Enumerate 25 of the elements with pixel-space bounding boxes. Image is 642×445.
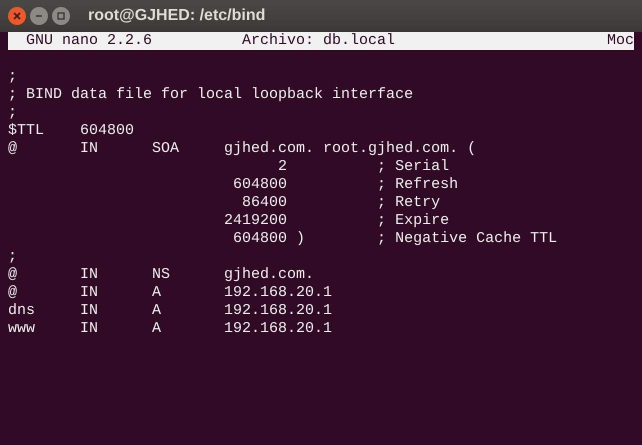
file-name: Archivo: db.local [242, 32, 396, 50]
code-line: 2 ; Serial [277, 158, 450, 175]
maximize-button[interactable] [52, 7, 70, 25]
minimize-icon [35, 12, 43, 20]
code-line: ; [8, 68, 18, 85]
maximize-icon [57, 12, 65, 20]
code-line: www IN A 192.168.20.1 [8, 320, 332, 337]
code-line: @ IN A 192.168.20.1 [8, 284, 332, 301]
code-line: ; [8, 248, 18, 265]
code-line: ; [8, 104, 18, 121]
code-line: ; BIND data file for local loopback interface [8, 86, 414, 103]
close-button[interactable] [8, 7, 26, 25]
program-version: GNU nano 2.2.6 [26, 32, 152, 50]
code-line: @ IN SOA gjhed.com. root.gjhed.com. ( [8, 140, 476, 157]
code-line: 2419200 ; Expire [223, 212, 450, 229]
code-line: @ IN NS gjhed.com. [8, 266, 314, 283]
code-line: dns IN A 192.168.20.1 [8, 302, 332, 319]
modified-status: Moc [606, 32, 634, 50]
close-icon [13, 12, 21, 20]
code-line: 604800 ) ; Negative Cache TTL [232, 230, 558, 247]
window-title: root@GJHED: /etc/bind [88, 6, 266, 26]
code-line: 604800 ; Refresh [232, 176, 458, 193]
code-line: 86400 ; Retry [241, 194, 440, 211]
minimize-button[interactable] [30, 7, 48, 25]
code-line: $TTL 604800 [8, 122, 134, 139]
